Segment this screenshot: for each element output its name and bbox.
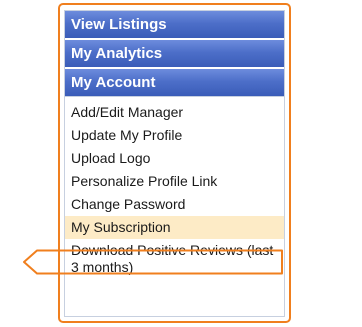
menu-header-view-listings[interactable]: View Listings xyxy=(65,11,284,40)
menu-item-upload-logo[interactable]: Upload Logo xyxy=(65,147,284,170)
account-menu-highlight-frame: View Listings My Analytics My Account Ad… xyxy=(58,3,291,323)
screenshot-stage: View Listings My Analytics My Account Ad… xyxy=(0,0,362,327)
account-menu: View Listings My Analytics My Account Ad… xyxy=(64,10,285,317)
menu-item-my-subscription[interactable]: My Subscription xyxy=(65,216,284,239)
menu-item-download-positive-reviews[interactable]: Download Positive Reviews (last 3 months… xyxy=(65,239,284,279)
menu-item-add-edit-manager[interactable]: Add/Edit Manager xyxy=(65,101,284,124)
menu-header-my-analytics[interactable]: My Analytics xyxy=(65,40,284,69)
my-account-submenu: Add/Edit Manager Update My Profile Uploa… xyxy=(65,97,284,279)
menu-item-personalize-profile-link[interactable]: Personalize Profile Link xyxy=(65,170,284,193)
menu-item-change-password[interactable]: Change Password xyxy=(65,193,284,216)
menu-item-update-my-profile[interactable]: Update My Profile xyxy=(65,124,284,147)
menu-header-my-account[interactable]: My Account xyxy=(65,69,284,97)
